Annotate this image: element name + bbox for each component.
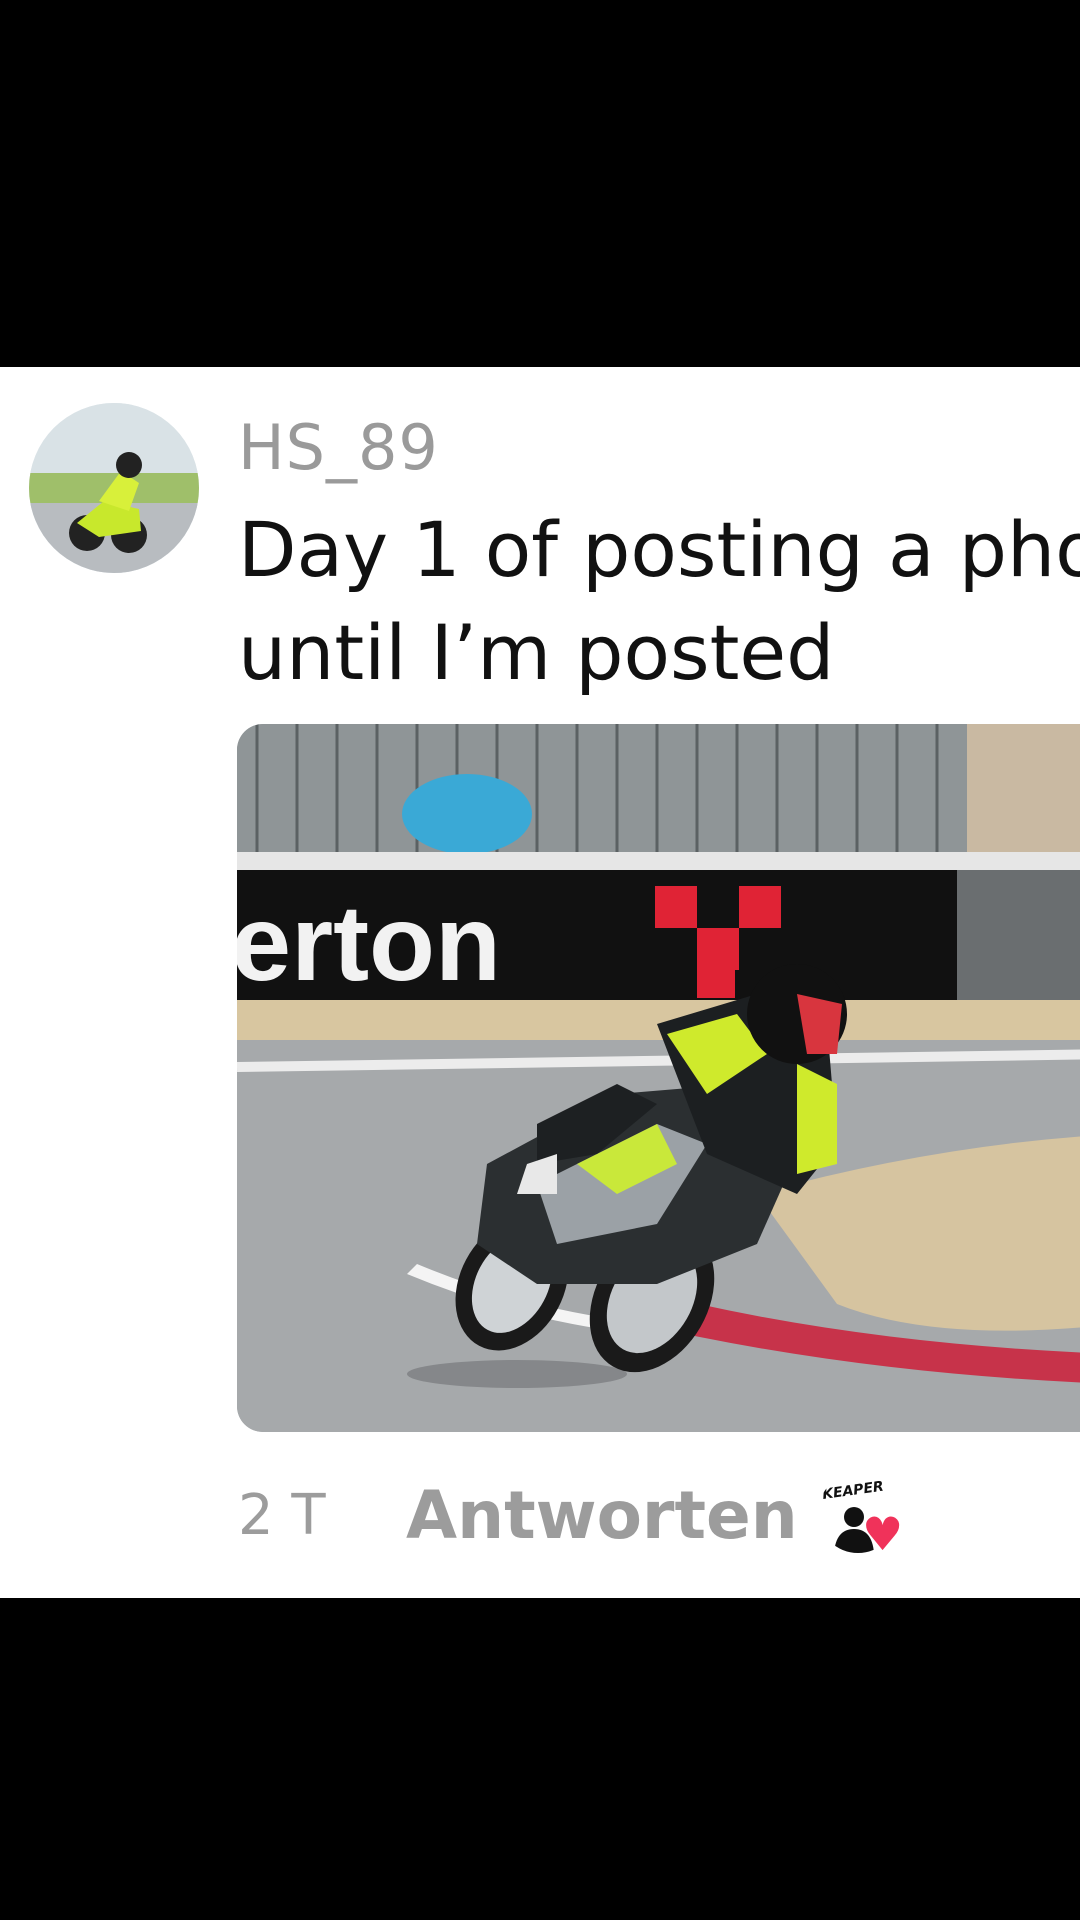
comment-time: 2 T: [238, 1483, 326, 1548]
comment: HS_89 Day 1 of posting a photo until I’m…: [0, 367, 1080, 1598]
comment-text: Day 1 of posting a photo until I’m poste…: [238, 505, 1080, 697]
comment-photo[interactable]: erton: [237, 724, 1080, 1432]
avatar[interactable]: [29, 403, 199, 573]
creator-liked-badge: KEAPER VS ♥: [818, 1473, 908, 1563]
heart-icon: ♥: [862, 1507, 904, 1561]
avatar-image: [29, 403, 199, 573]
motorcycle-photo: erton: [237, 724, 1080, 1432]
letterbox-bottom: [0, 1598, 1080, 1920]
letterbox-top: [0, 0, 1080, 367]
username[interactable]: HS_89: [238, 411, 439, 484]
reply-button[interactable]: Antworten: [406, 1477, 798, 1554]
banner-text: erton: [237, 882, 501, 1003]
